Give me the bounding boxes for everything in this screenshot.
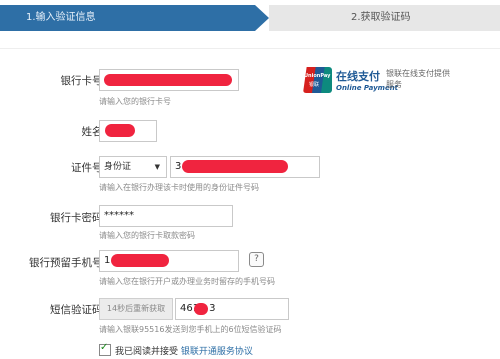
phone-label: 银行预留手机号:	[28, 257, 106, 269]
card-password-value: ******	[104, 210, 134, 221]
redacted-phone	[111, 254, 169, 267]
sms-code-hint: 请输入银联95516发送到您手机上的6位短信验证码	[99, 325, 282, 334]
resend-sms-button[interactable]: 14秒后重新获取	[99, 298, 173, 320]
id-type-value: 身份证	[104, 162, 132, 172]
card-password-label: 银行卡密码:	[49, 212, 106, 224]
id-number-hint: 请输入在银行办理该卡时使用的身份证件号码	[99, 183, 259, 192]
step-progress-bar: 1.输入验证信息 2.获取验证码	[0, 0, 500, 34]
card-password-hint: 请输入您的银行卡取款密码	[99, 231, 195, 240]
id-number-prefix: 3	[175, 161, 182, 172]
id-type-select[interactable]: 身份证 ▼	[99, 156, 167, 178]
unionpay-title: 在线支付	[336, 70, 380, 83]
dropdown-caret-icon: ▼	[154, 163, 160, 171]
agreement-row: 我已阅读并接受 银联开通服务协议	[99, 342, 253, 357]
redacted-id-number	[182, 160, 288, 173]
agree-text: 我已阅读并接受	[115, 347, 179, 357]
step-arrow	[255, 5, 269, 31]
step-1-active: 1.输入验证信息	[0, 5, 255, 31]
phone-hint: 请输入您在银行开户或办理业务时留存的手机号码	[99, 277, 275, 286]
step-2: 2.获取验证码	[269, 5, 500, 31]
agreement-link[interactable]: 银联开通服务协议	[181, 347, 253, 357]
redacted-card-number	[104, 74, 232, 86]
redacted-name	[105, 124, 135, 137]
unionpay-logo: UnionPay 银联	[303, 67, 332, 93]
divider	[0, 48, 500, 49]
unionpay-description: 银联在线支付提供服务	[386, 69, 450, 89]
sms-code-suffix: 3	[209, 303, 216, 314]
help-icon[interactable]: ?	[249, 252, 264, 267]
card-password-input[interactable]: ******	[99, 205, 233, 227]
phone-prefix: 1	[104, 255, 111, 266]
agree-checkbox[interactable]	[99, 342, 111, 356]
redacted-sms-code	[194, 303, 208, 315]
card-number-hint: 请输入您的银行卡号	[99, 97, 171, 106]
sms-code-input[interactable]: 461 3	[175, 298, 289, 320]
sms-code-label: 短信验证码:	[49, 304, 106, 316]
